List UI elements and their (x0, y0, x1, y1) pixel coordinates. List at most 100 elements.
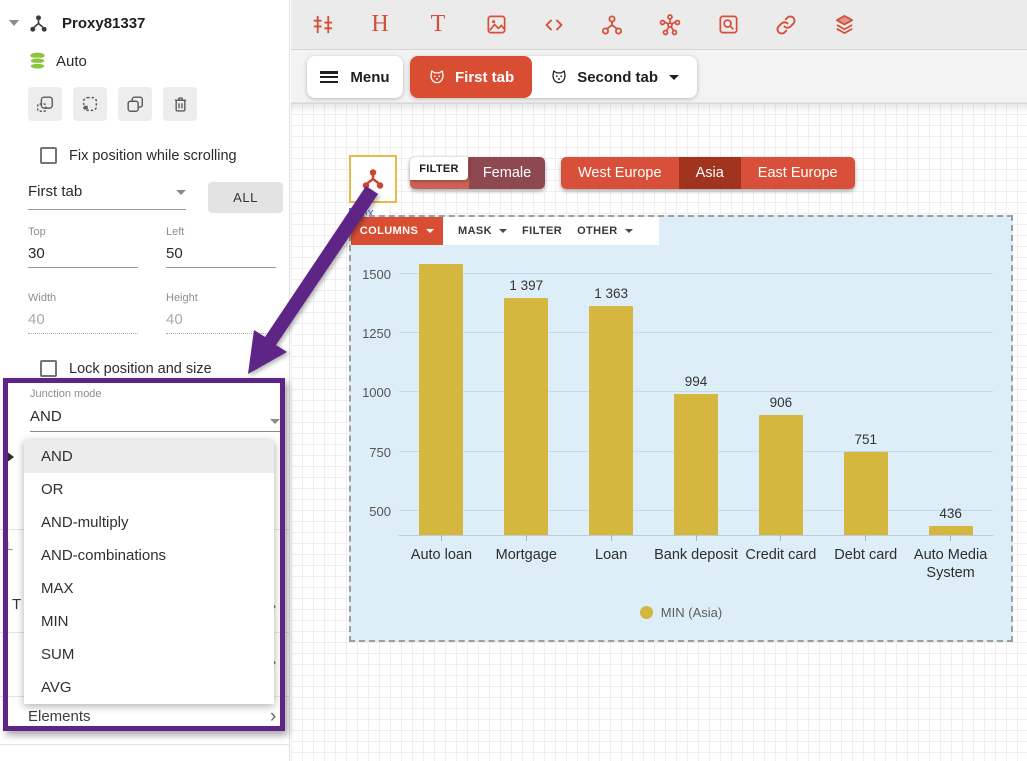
width-field-label: Width (28, 292, 138, 304)
tab-select[interactable]: First tab (28, 183, 186, 201)
chevron-down-icon (669, 75, 679, 80)
chart-widget[interactable]: COLUMNS MASK FILTER OTHER 1 3971 3639949… (349, 215, 1013, 642)
left-field[interactable]: Left 50 (166, 226, 276, 268)
code-icon[interactable] (537, 8, 571, 42)
datasource-label: Auto (56, 53, 87, 70)
select-frame-button[interactable] (28, 87, 62, 121)
fix-position-row: Fix position while scrolling (28, 147, 237, 164)
filter-chip[interactable]: FILTER (410, 157, 468, 180)
duplicate-button[interactable] (118, 87, 152, 121)
delete-button[interactable] (163, 87, 197, 121)
app-window: Proxy81337 Auto (0, 0, 1027, 761)
fix-position-label: Fix position while scrolling (69, 148, 237, 164)
datasource-row[interactable]: Auto (28, 51, 87, 71)
report-canvas[interactable]: Prox… Female FILTER West Europe Asia Eas… (291, 103, 1027, 761)
elements-section-label[interactable]: Elements (28, 708, 91, 725)
dropdown-option-avg[interactable]: AVG (24, 671, 274, 704)
category-label: Mortgage (496, 546, 557, 564)
top-field-value[interactable]: 30 (28, 245, 138, 262)
category-label: Auto loan (411, 546, 472, 564)
tab-first[interactable]: First tab (410, 56, 532, 98)
region-west-europe[interactable]: West Europe (561, 157, 679, 189)
bar-value-label: 1 397 (509, 278, 543, 294)
junction-mode-select[interactable]: Junction mode AND (30, 388, 282, 432)
tab-select-value: First tab (28, 183, 82, 200)
database-icon (28, 51, 47, 71)
region-east-europe[interactable]: East Europe (741, 157, 855, 189)
filter-menu-button[interactable]: FILTER (522, 225, 562, 237)
category-cell: Debt card (823, 535, 908, 582)
link-icon[interactable] (769, 8, 803, 42)
action-buttons (28, 87, 197, 121)
properties-sidebar: Proxy81337 Auto (0, 0, 290, 761)
region-filter-widget: West Europe Asia East Europe (561, 157, 855, 189)
element-header[interactable]: Proxy81337 (0, 10, 289, 36)
filter-value[interactable]: Female (469, 157, 545, 189)
height-field-label: Height (166, 292, 276, 304)
tune-icon[interactable] (305, 8, 339, 42)
chevron-right-icon[interactable]: › (270, 706, 276, 728)
mask-menu-button[interactable]: MASK (458, 225, 507, 237)
width-field: Width 40 (28, 292, 138, 334)
height-field-value: 40 (166, 311, 276, 328)
category-cell: Loan (569, 535, 654, 582)
text-icon[interactable]: T (421, 8, 455, 42)
left-field-value[interactable]: 50 (166, 245, 276, 262)
dropdown-option-min[interactable]: MIN (24, 605, 274, 638)
bar[interactable] (419, 264, 463, 535)
lock-position-checkbox[interactable] (40, 360, 57, 377)
tabs-group: First tab Second tab (410, 56, 697, 98)
dog-icon (428, 68, 446, 86)
menu-button[interactable]: Menu (307, 56, 403, 98)
fix-position-checkbox[interactable] (40, 147, 57, 164)
lock-position-label: Lock position and size (69, 361, 212, 377)
category-label: Loan (595, 546, 627, 564)
bar[interactable] (674, 394, 718, 535)
expand-triangle-icon[interactable] (6, 451, 14, 463)
bar[interactable] (504, 298, 548, 535)
proxy-icon[interactable] (595, 8, 629, 42)
hub-icon[interactable] (653, 8, 687, 42)
bar[interactable] (759, 415, 803, 535)
lock-position-row: Lock position and size (28, 360, 212, 377)
dropdown-option-and[interactable]: AND (24, 440, 274, 473)
image-icon[interactable] (479, 8, 513, 42)
zoom-icon[interactable] (711, 8, 745, 42)
tab-second[interactable]: Second tab (532, 56, 697, 98)
columns-menu-button[interactable]: COLUMNS (351, 217, 443, 245)
main-area: H T (291, 0, 1027, 761)
top-field[interactable]: Top 30 (28, 226, 138, 268)
proxy-widget[interactable] (349, 155, 397, 203)
all-button[interactable]: ALL (208, 182, 283, 213)
paste-frame-button[interactable] (73, 87, 107, 121)
category-label: Bank deposit (654, 546, 738, 564)
junction-mode-dropdown: AND OR AND-multiply AND-combinations MAX… (24, 440, 274, 704)
heading-icon[interactable]: H (363, 8, 397, 42)
region-asia[interactable]: Asia (679, 157, 741, 189)
bar[interactable] (589, 306, 633, 535)
chevron-down-icon (176, 190, 186, 195)
category-cell: Auto Media System (908, 535, 993, 582)
bar-value-label: 436 (939, 506, 962, 522)
collapse-caret-icon[interactable] (9, 20, 19, 26)
hamburger-icon (320, 71, 338, 83)
layers-icon[interactable] (827, 8, 861, 42)
height-field: Height 40 (166, 292, 276, 334)
width-field-value: 40 (28, 311, 138, 328)
bar[interactable] (844, 452, 888, 535)
other-menu-button[interactable]: OTHER (577, 225, 633, 237)
chart-bars: 1 3971 363994906751436 (399, 245, 993, 535)
dropdown-option-max[interactable]: MAX (24, 572, 274, 605)
chart-legend[interactable]: MIN (Asia) (351, 605, 1011, 620)
y-axis-tick: 1250 (355, 326, 391, 341)
category-label: Debt card (834, 546, 897, 564)
dropdown-option-and-combinations[interactable]: AND-combinations (24, 539, 274, 572)
dropdown-option-sum[interactable]: SUM (24, 638, 274, 671)
dropdown-option-or[interactable]: OR (24, 473, 274, 506)
bar-column: 1 397 (484, 245, 569, 535)
top-field-label: Top (28, 226, 138, 238)
chevron-down-icon (625, 229, 633, 233)
bar[interactable] (929, 526, 973, 535)
dropdown-option-and-multiply[interactable]: AND-multiply (24, 506, 274, 539)
tab-second-label: Second tab (577, 69, 658, 86)
